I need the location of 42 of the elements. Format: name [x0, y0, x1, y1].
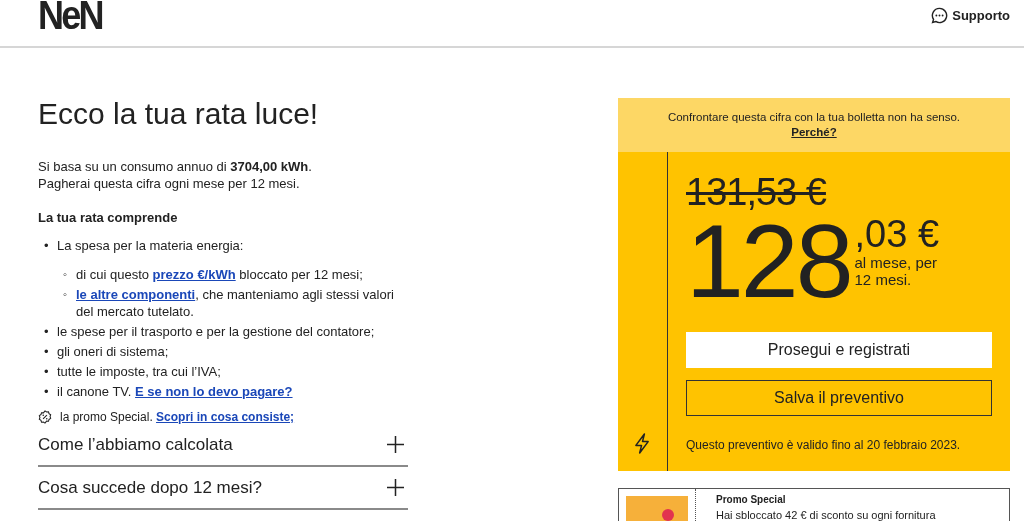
bullet: •	[43, 323, 50, 340]
bullet: ◦	[62, 267, 68, 282]
bullet: •	[43, 343, 50, 360]
bullet: •	[43, 363, 50, 380]
intro-text: Pagherai questa cifra ogni mese per 12 mesi.	[38, 175, 301, 192]
why-link[interactable]: Perché?	[791, 126, 837, 138]
price-cents: ,03 €	[854, 214, 941, 254]
validity-text: Questo preventivo è valido fino al 20 febbraio 2023.	[686, 438, 962, 454]
bullet: •	[43, 237, 50, 254]
list-item: gli oneri di sistema;	[57, 343, 169, 360]
notice-text: Confrontare questa cifra con la tua bolletta non ha senso.	[666, 110, 962, 125]
promo-description: Hai sbloccato 42 € di sconto su ogni fornitura	[716, 509, 936, 521]
list-item: il canone TV. E se non lo devo pagare?	[57, 383, 293, 400]
text-link[interactable]: Scopri in cosa consiste;	[156, 410, 295, 424]
plus-icon	[387, 479, 404, 496]
old-price: 131,53 €	[686, 172, 827, 212]
bullet: •	[43, 383, 50, 400]
text-link[interactable]: prezzo €/kWh	[152, 267, 236, 282]
plus-icon	[387, 436, 404, 453]
list-item: le spese per il trasporto e per la gestione del contatore;	[57, 323, 375, 340]
promo-note: la promo Special. Scopri in cosa consiste;	[60, 410, 295, 424]
accordion-header[interactable]: Cosa succede dopo 12 mesi?	[38, 467, 408, 510]
list-item: tutte le imposte, tra cui l’IVA;	[57, 363, 221, 380]
text-link[interactable]: E se non lo devo pagare?	[135, 384, 293, 399]
list-item: La spesa per la materia energia:	[57, 237, 244, 254]
price-amount: 128	[686, 212, 851, 310]
save-quote-button[interactable]: Salva il preventivo	[686, 380, 992, 416]
continue-button[interactable]: Prosegui e registrati	[686, 332, 992, 368]
lightning-icon	[634, 433, 651, 454]
intro-text: Si basa su un consumo annuo di 3704,00 kWh.	[38, 158, 313, 175]
list-item: le altre componenti, che manteniamo agli stessi valori del mercato tutelato.	[76, 286, 395, 320]
price-period: al mese, per 12 mesi.	[854, 254, 939, 288]
chat-icon	[931, 7, 949, 24]
section-heading: La tua rata comprende	[38, 210, 179, 225]
promo-title: Promo Special	[716, 494, 787, 506]
support-link[interactable]: Supporto	[931, 7, 1010, 24]
accordion-header[interactable]: Come l’abbiamo calcolata	[38, 424, 408, 467]
page-title: Ecco la tua rata luce!	[38, 96, 320, 132]
logo[interactable]: NeN	[38, 0, 102, 30]
list-item: di cui questo prezzo €/kWh bloccato per 12 mesi;	[76, 266, 363, 283]
bullet: ◦	[62, 287, 68, 302]
discount-badge-icon	[38, 410, 52, 424]
